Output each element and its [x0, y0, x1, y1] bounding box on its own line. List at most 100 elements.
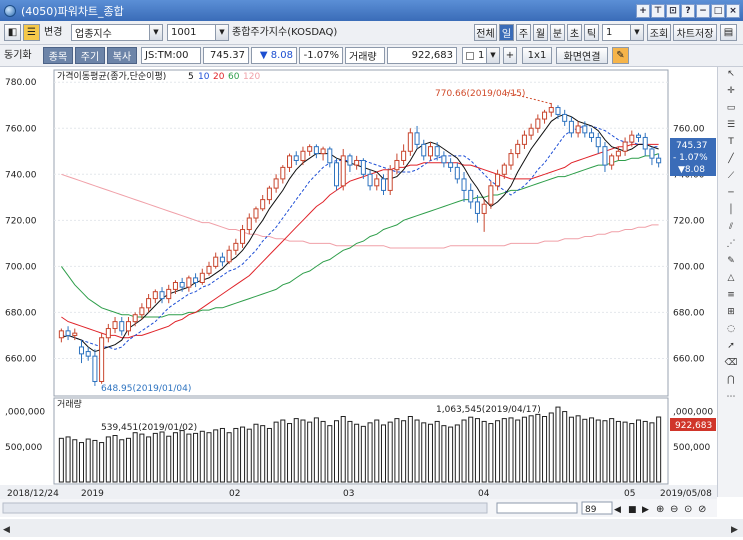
triangle-tool-icon[interactable]: △ — [724, 271, 738, 285]
window-scrollbar[interactable] — [0, 519, 743, 537]
volume-bar — [374, 419, 380, 483]
zoom-in-icon[interactable]: ⊕ — [656, 504, 664, 515]
scroll-left-icon[interactable]: ◀ — [614, 505, 621, 515]
volume-bar — [206, 432, 212, 483]
tab-copy[interactable]: 복사 — [107, 47, 137, 64]
volume-bar — [414, 419, 420, 483]
code-input[interactable]: 1001 ▼ — [167, 24, 229, 41]
fan-tool-icon[interactable]: ⋰ — [724, 237, 738, 251]
scroll-track[interactable] — [2, 502, 488, 514]
window-maximize-button[interactable]: □ — [711, 3, 725, 18]
date-tick-end: 2019/05/08 — [660, 489, 712, 499]
vline-tool-icon[interactable]: │ — [724, 203, 738, 217]
pen-tool-icon[interactable]: ✎ — [724, 254, 738, 268]
volume-bar — [72, 439, 78, 483]
period-second-button[interactable]: 초 — [567, 24, 582, 41]
volume-bar — [186, 433, 192, 483]
candle-body — [139, 307, 145, 316]
sub-count-select[interactable]: 1 ▼ — [462, 47, 500, 64]
window-pin-button[interactable]: ⊤ — [651, 3, 665, 18]
cycle-tool-icon[interactable]: ◌ — [724, 322, 738, 336]
volume-bar — [78, 442, 85, 483]
window-minimize-button[interactable]: − — [696, 3, 710, 18]
tab-stock[interactable]: 종목 — [43, 47, 73, 64]
lookup-button[interactable]: 조회 — [647, 24, 671, 41]
window-tool-icon[interactable]: ▭ — [724, 101, 738, 115]
volume-bar — [132, 432, 138, 483]
last-price: 745.37 — [676, 141, 708, 151]
zoom-fit-icon[interactable]: ⊘ — [698, 504, 706, 515]
date-tick-02: 02 — [229, 489, 240, 499]
scroll-right-icon[interactable]: ▶ — [642, 505, 649, 515]
candle-body — [407, 132, 413, 152]
checkbox-icon[interactable] — [466, 51, 474, 60]
candle-body — [615, 150, 621, 157]
ma5-legend: 5 — [188, 72, 194, 82]
volume-bar — [568, 416, 574, 483]
eraser-tool-icon[interactable]: ⌫ — [724, 356, 738, 370]
change-pct-field: -1.07% — [299, 47, 343, 64]
sync-label[interactable]: 동기화 — [4, 47, 32, 64]
panel-toggle-icon[interactable]: ◧ — [4, 24, 21, 41]
volume-bar — [260, 425, 266, 483]
window-help-button[interactable]: ? — [681, 3, 695, 18]
volume-bar — [354, 423, 360, 483]
trend-tool-icon[interactable]: ⟋ — [724, 169, 738, 183]
save-chart-button[interactable]: 차트저장 — [673, 24, 717, 41]
price-volume-chart[interactable]: 780.00 760.00 740.00 720.00 700.00 680.00 660.… — [0, 67, 743, 537]
change-label[interactable]: 변경 — [44, 24, 62, 41]
last-change: ▼8.08 — [678, 165, 705, 175]
window-close-button[interactable]: × — [726, 3, 740, 18]
scrollbar-left-icon[interactable]: ◀ — [3, 525, 10, 535]
change-icon[interactable]: ☰ — [23, 24, 40, 41]
text-tool-icon[interactable]: T — [724, 135, 738, 149]
period-month-button[interactable]: 월 — [533, 24, 548, 41]
add-button[interactable]: + — [503, 47, 517, 64]
volume-bar — [488, 423, 494, 483]
period-tick-button[interactable]: 틱 — [584, 24, 599, 41]
fibo-tool-icon[interactable]: ≡ — [724, 288, 738, 302]
line-tool-icon[interactable]: ╱ — [724, 152, 738, 166]
more-tools-icon[interactable]: ⋯ — [724, 390, 738, 404]
candle-body — [65, 330, 71, 336]
crosshair-tool-icon[interactable]: ✛ — [724, 84, 738, 98]
volume-bar — [152, 432, 158, 483]
candle-body — [635, 134, 642, 138]
arrow-tool-icon[interactable]: ➚ — [724, 339, 738, 353]
period-all-button[interactable]: 전체 — [474, 24, 497, 41]
window-tile-button[interactable]: ⊡ — [666, 3, 680, 18]
volume-bar — [562, 411, 568, 483]
stop-icon[interactable]: ■ — [628, 505, 637, 515]
candle-body — [501, 164, 507, 175]
period-week-button[interactable]: 주 — [516, 24, 531, 41]
period-minute-button[interactable]: 분 — [550, 24, 565, 41]
scrollbar-right-icon[interactable]: ▶ — [731, 525, 738, 535]
settings-icon[interactable]: ▤ — [720, 24, 737, 41]
gann-tool-icon[interactable]: ⊞ — [724, 305, 738, 319]
tab-period[interactable]: 주기 — [75, 47, 105, 64]
ratio-button[interactable]: 1x1 — [522, 47, 552, 64]
volume-bar — [293, 418, 299, 483]
candle-body — [468, 189, 474, 203]
y-tick-label: 660.00 — [5, 354, 37, 364]
period-day-button[interactable]: 일 — [499, 24, 514, 41]
zoom-out-icon[interactable]: ⊖ — [670, 504, 678, 515]
hline-tool-icon[interactable]: ─ — [724, 186, 738, 200]
cursor-tool-icon[interactable]: ↖ — [724, 67, 738, 81]
volume-bar — [85, 438, 91, 483]
channel-tool-icon[interactable]: ⫽ — [724, 220, 738, 234]
count-select[interactable]: 1 ▼ — [602, 24, 644, 41]
chevron-down-icon: ▼ — [630, 25, 643, 40]
connect-screen-button[interactable]: 화면연결 — [556, 47, 608, 64]
zoom-reset-icon[interactable]: ⊙ — [684, 504, 692, 515]
magnet-tool-icon[interactable]: ⋂ — [724, 373, 738, 387]
market-select[interactable]: 업종지수 ▼ — [71, 24, 163, 41]
pencil-icon[interactable]: ✎ — [612, 47, 629, 64]
candle-body — [260, 199, 266, 210]
candle-body — [427, 146, 433, 157]
window-add-button[interactable]: + — [636, 3, 650, 18]
chart-area[interactable]: 780.00 760.00 740.00 720.00 700.00 680.00 660.… — [0, 67, 743, 537]
zoom-slider[interactable] — [496, 502, 578, 514]
volume-bar — [199, 430, 205, 483]
list-tool-icon[interactable]: ☰ — [724, 118, 738, 132]
